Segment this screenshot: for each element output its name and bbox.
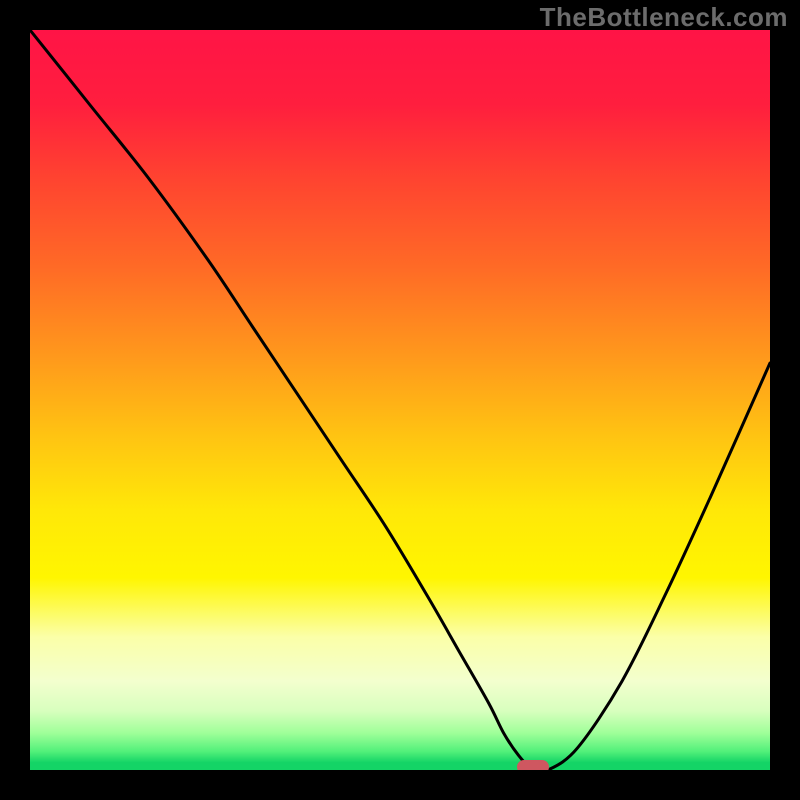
plot-area bbox=[30, 30, 770, 770]
optimal-marker bbox=[517, 760, 549, 770]
watermark-text: TheBottleneck.com bbox=[540, 2, 788, 33]
curve-path bbox=[30, 30, 770, 770]
bottleneck-curve bbox=[30, 30, 770, 770]
chart-frame: TheBottleneck.com bbox=[0, 0, 800, 800]
